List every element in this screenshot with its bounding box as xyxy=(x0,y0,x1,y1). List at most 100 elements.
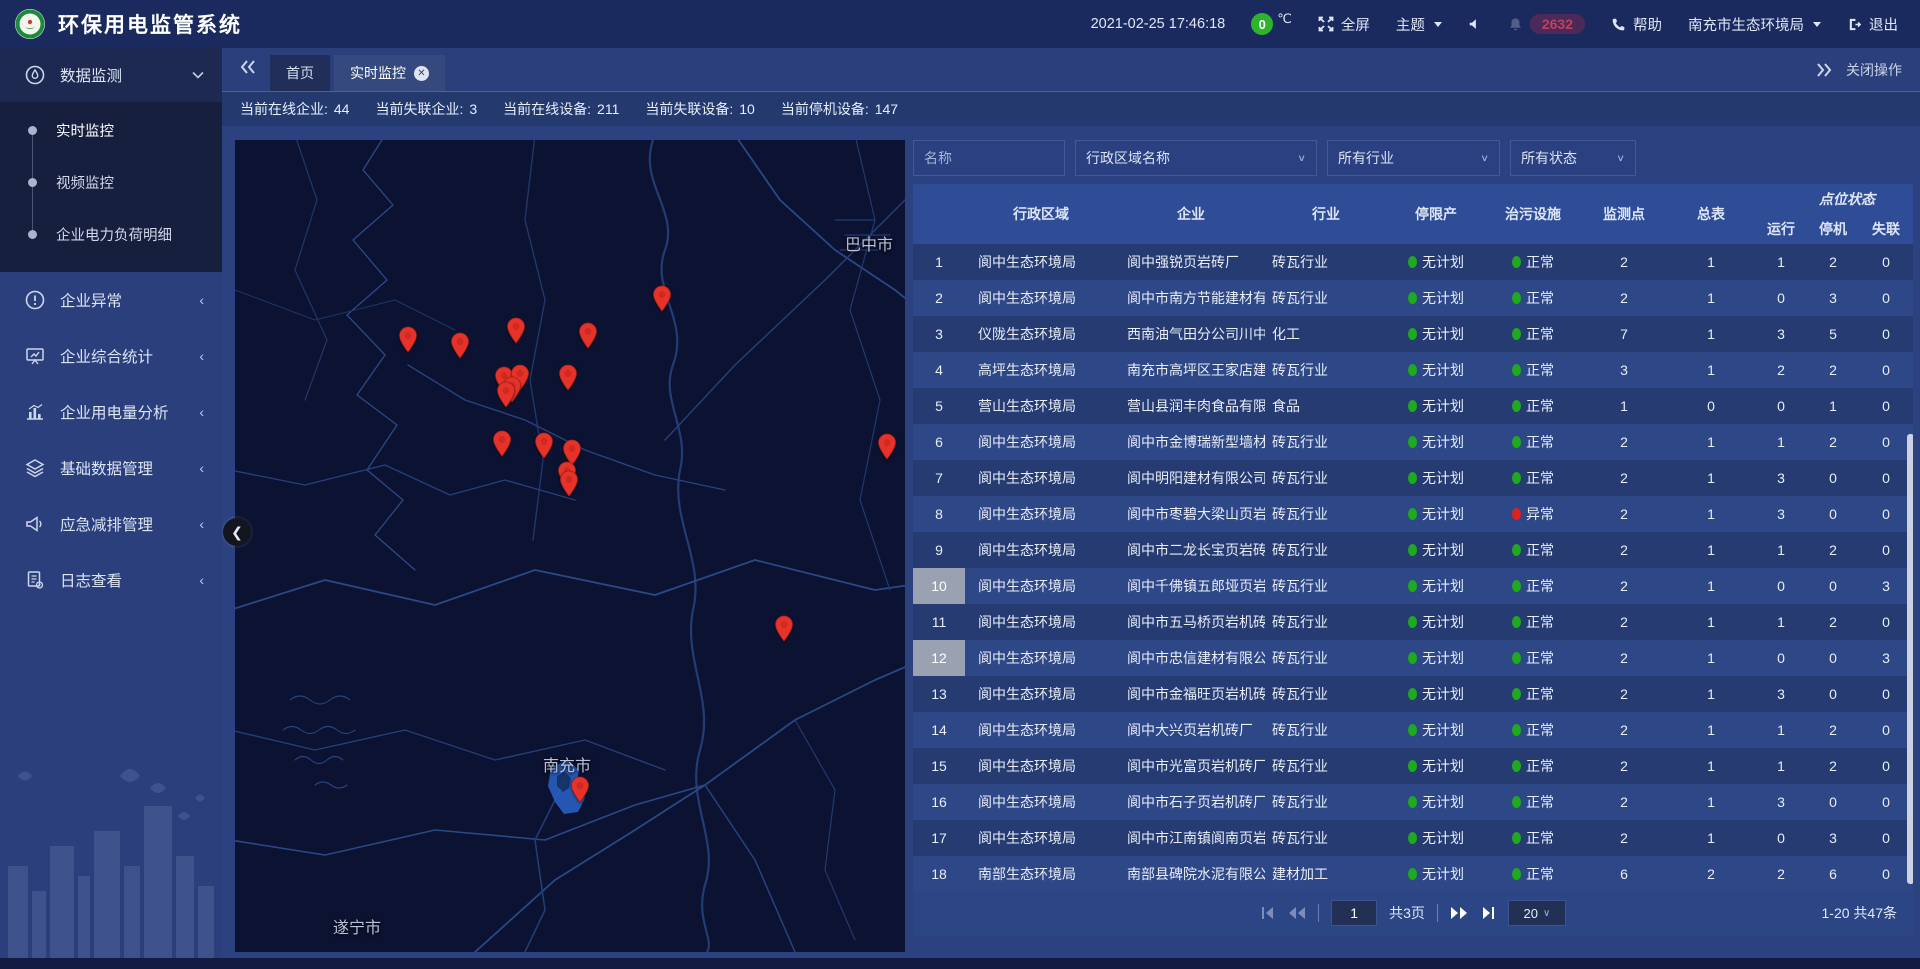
sidebar-item-base-data[interactable]: 基础数据管理 ‹ xyxy=(0,440,222,496)
col-header-meters[interactable]: 总表 xyxy=(1667,184,1755,244)
tab-home[interactable]: 首页 xyxy=(270,55,330,91)
sidebar-item-log-view[interactable]: 日志查看 ‹ xyxy=(0,552,222,608)
monitor-count: 2 xyxy=(1581,712,1667,748)
sidebar-item-power-load-detail[interactable]: 企业电力负荷明细 xyxy=(0,208,222,260)
tabs-scroll-left-button[interactable] xyxy=(240,60,256,79)
table-row[interactable]: 17阆中生态环境局阆中市江南镇阆南页岩砖瓦行业无计划正常21030 xyxy=(913,820,1913,856)
monitor-count: 3 xyxy=(1581,352,1667,388)
col-header-facility[interactable]: 治污设施 xyxy=(1485,184,1581,244)
sidebar-item-enterprise-abnormal[interactable]: 企业异常 ‹ xyxy=(0,272,222,328)
col-header-industry[interactable]: 行业 xyxy=(1265,184,1387,244)
map-pin-icon[interactable] xyxy=(570,776,590,808)
table-row[interactable]: 1阆中生态环境局阆中强锐页岩砖厂砖瓦行业无计划正常21120 xyxy=(913,244,1913,280)
exit-button[interactable]: 退出 xyxy=(1847,14,1898,35)
close-operations-button[interactable]: 关闭操作 xyxy=(1846,60,1902,80)
monitor-count: 2 xyxy=(1581,496,1667,532)
col-header-region[interactable]: 行政区域 xyxy=(965,184,1117,244)
notification-area[interactable]: 2632 xyxy=(1508,14,1585,34)
col-header-monitor-points[interactable]: 监测点 xyxy=(1581,184,1667,244)
stop-count: 0 xyxy=(1807,568,1859,604)
status-dot-icon xyxy=(1408,832,1417,844)
col-header-run[interactable]: 运行 xyxy=(1755,214,1807,244)
industry-select[interactable]: 所有行业 ∨ xyxy=(1327,140,1500,176)
table-row[interactable]: 3仪陇生态环境局西南油气田分公司川中化工无计划正常71350 xyxy=(913,316,1913,352)
map-pin-icon[interactable] xyxy=(578,322,598,354)
map-pin-icon[interactable] xyxy=(398,326,418,358)
exit-label: 退出 xyxy=(1869,14,1898,35)
sidebar-item-enterprise-stats[interactable]: 企业综合统计 ‹ xyxy=(0,328,222,384)
map-pin-icon[interactable] xyxy=(450,332,470,364)
map-pin-icon[interactable] xyxy=(559,470,579,502)
close-icon[interactable]: ✕ xyxy=(414,66,429,81)
sidebar-item-emergency-reduction[interactable]: 应急减排管理 ‹ xyxy=(0,496,222,552)
name-search-input[interactable] xyxy=(913,140,1065,176)
help-button[interactable]: 帮助 xyxy=(1611,14,1662,35)
table-row[interactable]: 2阆中生态环境局阆中市南方节能建材有砖瓦行业无计划正常21030 xyxy=(913,280,1913,316)
map-pin-icon[interactable] xyxy=(774,615,794,647)
org-dropdown[interactable]: 南充市生态环境局 xyxy=(1688,14,1821,35)
facility-status: 正常 xyxy=(1485,352,1581,388)
sidebar-item-power-analysis[interactable]: 企业用电量分析 ‹ xyxy=(0,384,222,440)
company-cell: 阆中明阳建材有限公司 xyxy=(1117,460,1265,496)
table-scrollbar-thumb[interactable] xyxy=(1907,434,1913,884)
mute-button[interactable] xyxy=(1468,17,1482,31)
page-number-input[interactable] xyxy=(1331,900,1377,926)
table-row[interactable]: 10阆中生态环境局阆中千佛镇五郎垭页岩砖瓦行业无计划正常21003 xyxy=(913,568,1913,604)
map-pin-icon[interactable] xyxy=(558,364,578,396)
col-header-company[interactable]: 企业 xyxy=(1117,184,1265,244)
facility-status: 正常 xyxy=(1485,568,1581,604)
status-dot-icon xyxy=(1512,400,1521,412)
industry-select-value: 所有行业 xyxy=(1338,148,1394,168)
status-dot-icon xyxy=(1512,292,1521,304)
table-row[interactable]: 9阆中生态环境局阆中市二龙长宝页岩砖砖瓦行业无计划正常21120 xyxy=(913,532,1913,568)
table-row[interactable]: 4高坪生态环境局南充市高坪区王家店建砖瓦行业无计划正常31220 xyxy=(913,352,1913,388)
table-row[interactable]: 14阆中生态环境局阆中大兴页岩机砖厂砖瓦行业无计划正常21120 xyxy=(913,712,1913,748)
map-pin-icon[interactable] xyxy=(492,430,512,462)
map-panel[interactable]: 巴中市南充市遂宁市 ❮ xyxy=(235,140,905,952)
map-pin-icon[interactable] xyxy=(652,285,672,317)
sidebar-item-video-monitor[interactable]: 视频监控 xyxy=(0,156,222,208)
table-row[interactable]: 6阆中生态环境局阆中市金博瑞新型墙材砖瓦行业无计划正常21120 xyxy=(913,424,1913,460)
first-page-button[interactable] xyxy=(1260,906,1276,920)
map-pin-icon[interactable] xyxy=(506,317,526,349)
row-index: 1 xyxy=(913,244,965,280)
double-chevron-right-icon[interactable] xyxy=(1816,63,1832,77)
table-row[interactable]: 13阆中生态环境局阆中市金福旺页岩机砖砖瓦行业无计划正常21300 xyxy=(913,676,1913,712)
col-header-limit[interactable]: 停限产 xyxy=(1387,184,1485,244)
map-pin-icon[interactable] xyxy=(877,433,897,465)
table-row[interactable]: 18南部生态环境局南部县碑院水泥有限公建材加工无计划正常62260 xyxy=(913,856,1913,890)
map-pin-icon[interactable] xyxy=(496,381,516,413)
table-row[interactable]: 15阆中生态环境局阆中市光富页岩机砖厂砖瓦行业无计划正常21120 xyxy=(913,748,1913,784)
map-collapse-button[interactable]: ❮ xyxy=(223,518,251,546)
region-select[interactable]: 行政区域名称 ∨ xyxy=(1075,140,1317,176)
col-header-lost[interactable]: 失联 xyxy=(1859,214,1913,244)
col-header-stop[interactable]: 停机 xyxy=(1807,214,1859,244)
limit-status: 无计划 xyxy=(1387,748,1485,784)
row-index: 16 xyxy=(913,784,965,820)
prev-page-button[interactable] xyxy=(1288,906,1306,920)
map-pin-icon[interactable] xyxy=(534,432,554,464)
theme-dropdown[interactable]: 主题 xyxy=(1396,14,1442,35)
sidebar-item-realtime-monitor[interactable]: 实时监控 xyxy=(0,104,222,156)
table-row[interactable]: 8阆中生态环境局阆中市枣碧大梁山页岩砖瓦行业无计划异常21300 xyxy=(913,496,1913,532)
gauge-icon xyxy=(24,64,46,86)
app-title: 环保用电监管系统 xyxy=(58,9,242,39)
table-row[interactable]: 16阆中生态环境局阆中市石子页岩机砖厂砖瓦行业无计划正常21300 xyxy=(913,784,1913,820)
table-row[interactable]: 5营山生态环境局营山县润丰肉食品有限食品无计划正常10010 xyxy=(913,388,1913,424)
region-cell: 营山生态环境局 xyxy=(965,388,1117,424)
table-row[interactable]: 7阆中生态环境局阆中明阳建材有限公司砖瓦行业无计划正常21300 xyxy=(913,460,1913,496)
industry-cell: 砖瓦行业 xyxy=(1265,280,1387,316)
status-select[interactable]: 所有状态 ∨ xyxy=(1510,140,1636,176)
fullscreen-button[interactable]: 全屏 xyxy=(1318,14,1370,35)
monitor-count: 2 xyxy=(1581,244,1667,280)
next-page-button[interactable] xyxy=(1450,906,1468,920)
sidebar-item-data-monitor[interactable]: 数据监测 xyxy=(0,48,222,102)
page-size-select[interactable]: 20 ∨ xyxy=(1508,900,1566,926)
company-cell: 阆中大兴页岩机砖厂 xyxy=(1117,712,1265,748)
monitor-count: 2 xyxy=(1581,820,1667,856)
stat-stopped-devices: 当前停机设备:147 xyxy=(781,99,898,119)
table-row[interactable]: 12阆中生态环境局阆中市忠信建材有限公砖瓦行业无计划正常21003 xyxy=(913,640,1913,676)
tab-realtime-monitor[interactable]: 实时监控 ✕ xyxy=(334,55,445,91)
table-row[interactable]: 11阆中生态环境局阆中市五马桥页岩机砖砖瓦行业无计划正常21120 xyxy=(913,604,1913,640)
last-page-button[interactable] xyxy=(1480,906,1496,920)
